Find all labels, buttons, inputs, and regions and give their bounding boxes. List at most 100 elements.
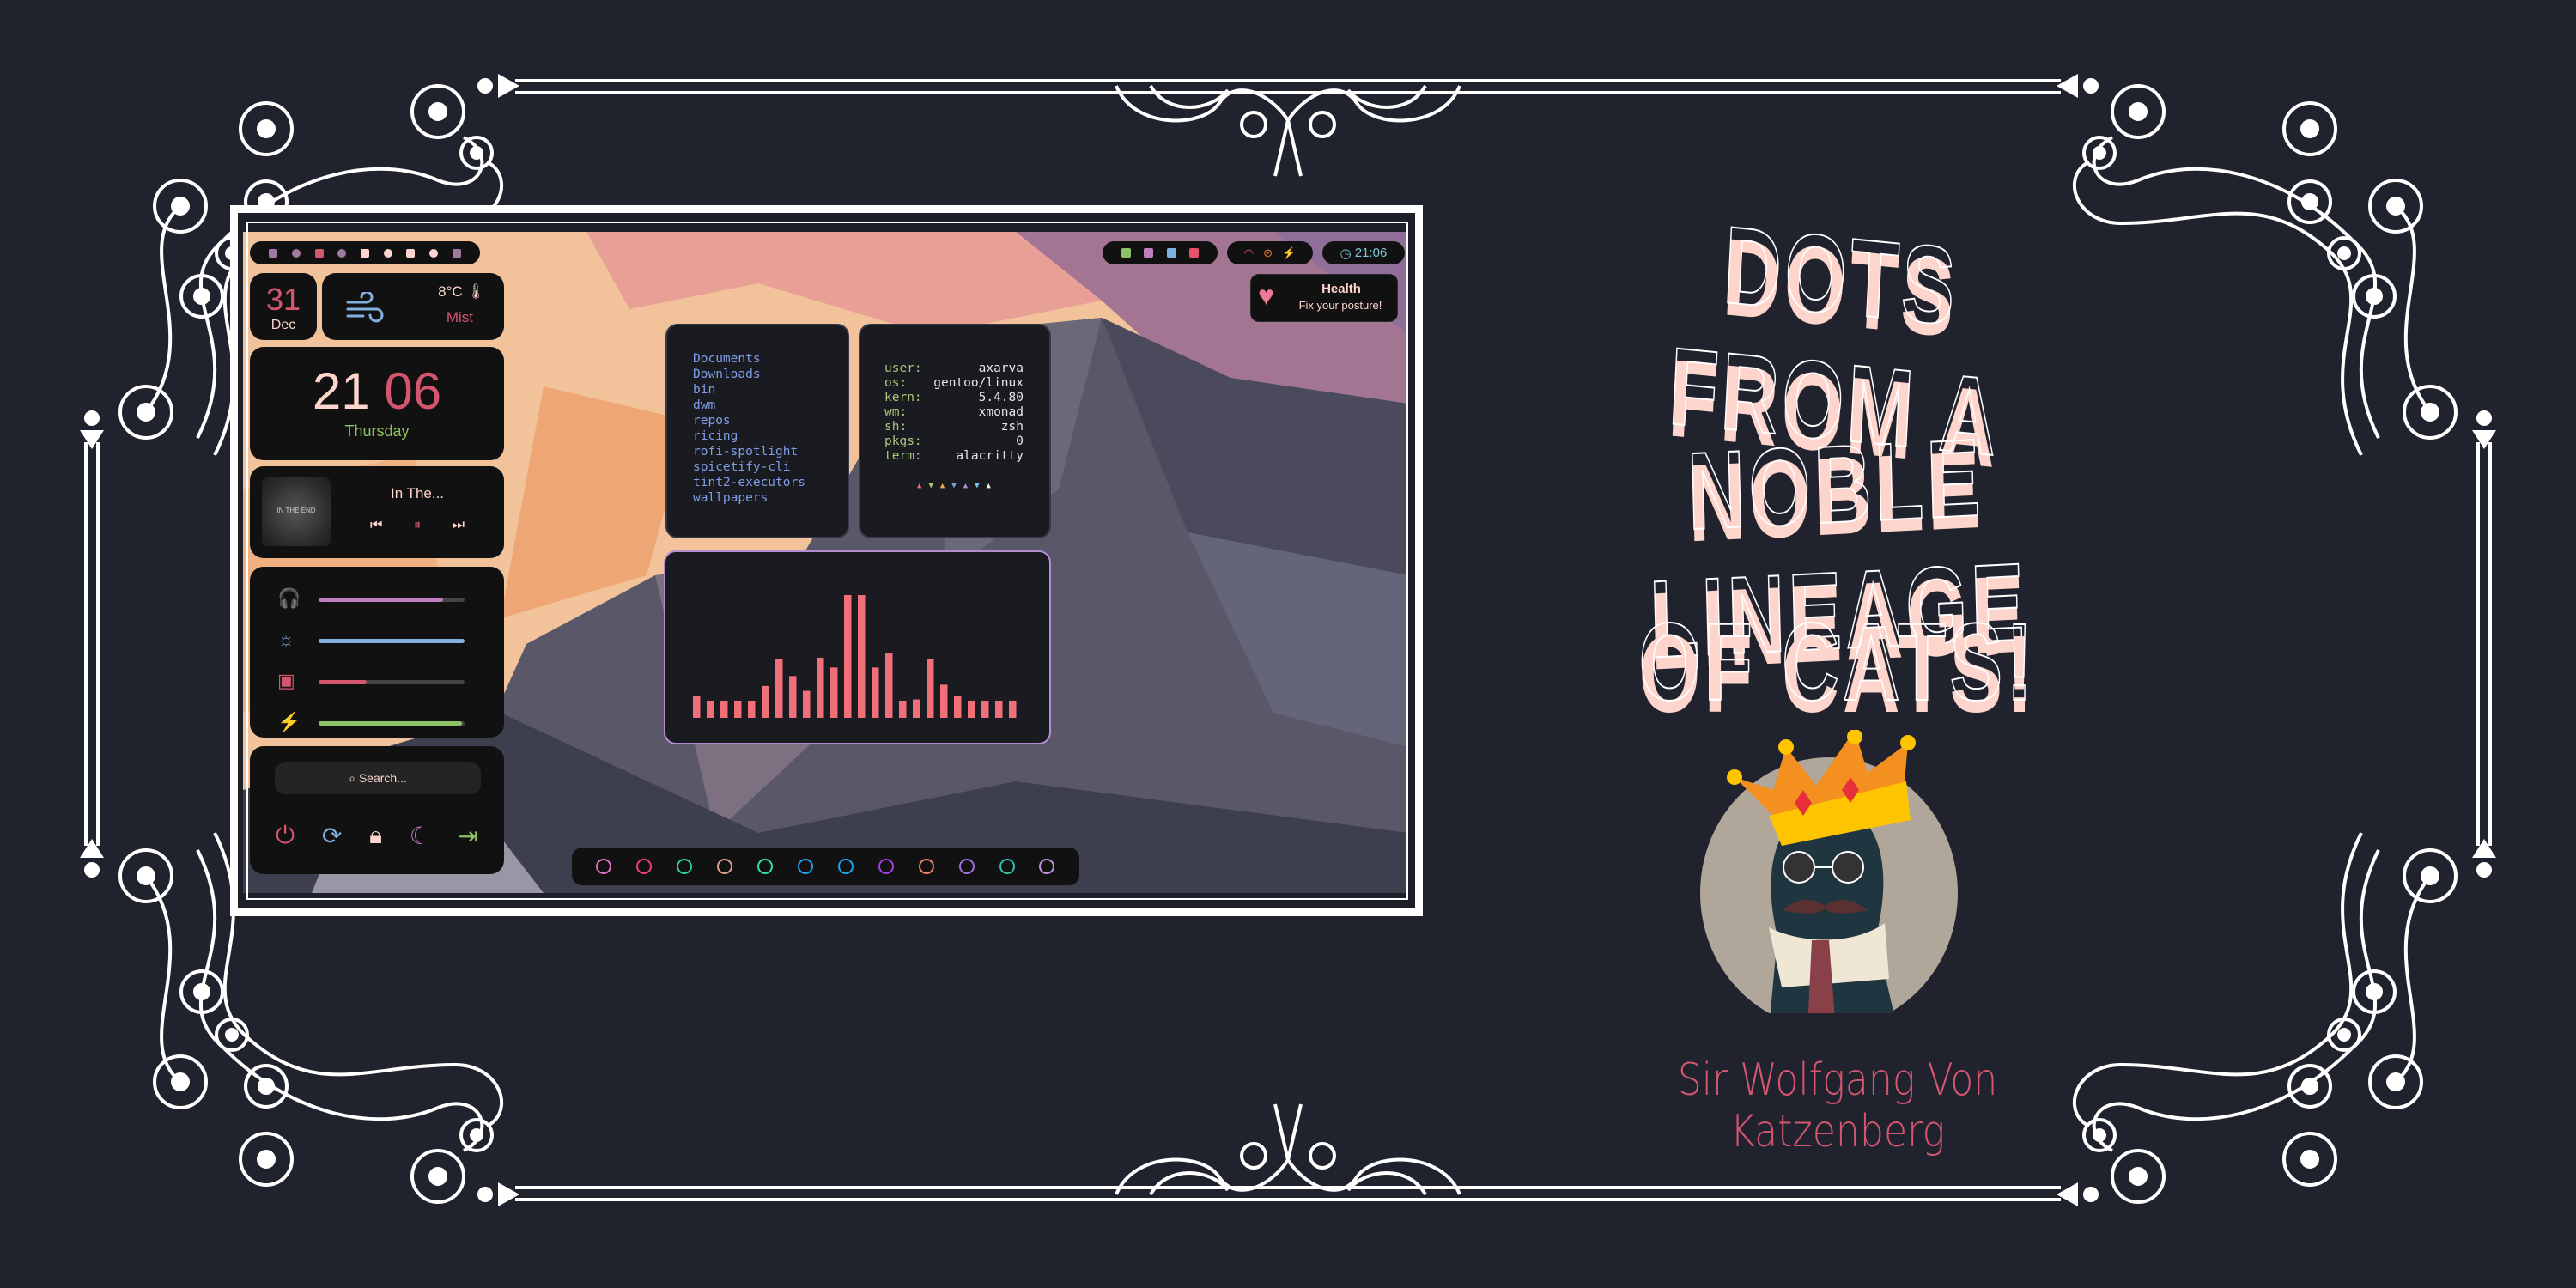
file-list-item[interactable]: tint2-executors bbox=[693, 475, 848, 490]
fetch-row: wm: xmonad bbox=[884, 405, 1024, 420]
weather-temp: 8°C bbox=[438, 283, 463, 300]
terminal-icon[interactable] bbox=[269, 248, 278, 258]
file-list-item[interactable]: bin bbox=[693, 382, 848, 398]
headphones-icon: 🎧 bbox=[277, 587, 301, 609]
bug-icon[interactable] bbox=[797, 859, 813, 874]
wind-icon bbox=[346, 292, 384, 323]
search-input[interactable]: ⌕ Search... bbox=[275, 762, 481, 794]
vim-icon[interactable] bbox=[757, 859, 774, 874]
logout-button[interactable]: ⇥ bbox=[459, 822, 478, 850]
discord-icon[interactable] bbox=[837, 859, 854, 874]
next-button[interactable]: ⏭ bbox=[453, 518, 465, 533]
power-button[interactable]: ⏻ bbox=[276, 822, 295, 850]
file-list-item[interactable]: Documents bbox=[693, 351, 848, 367]
visualizer-bar bbox=[995, 700, 1003, 718]
app-launcher-icon[interactable] bbox=[596, 859, 612, 874]
color-triangle: ▲ bbox=[963, 482, 969, 490]
file-list-item[interactable]: rofi-spotlight bbox=[693, 444, 848, 459]
spotify-icon[interactable] bbox=[677, 859, 693, 874]
firefox-icon[interactable] bbox=[636, 859, 653, 874]
pause-button[interactable]: ⏸ bbox=[414, 518, 421, 533]
top-ornament-bar bbox=[476, 72, 2100, 178]
firefox-icon[interactable] bbox=[291, 248, 301, 258]
visualizer-bar bbox=[1009, 700, 1017, 718]
visualizer-bar bbox=[707, 700, 714, 718]
system-fetch-widget: user: axarva os: gentoo/linux kern: 5.4.80 wm:… bbox=[859, 324, 1051, 538]
restart-button[interactable]: ⟳ bbox=[322, 822, 342, 850]
visualizer-bar bbox=[789, 676, 797, 718]
brush-icon[interactable] bbox=[918, 859, 934, 874]
gamepad-icon[interactable] bbox=[337, 248, 347, 258]
file-list-item[interactable]: ricing bbox=[693, 428, 848, 444]
settings-doc-icon[interactable] bbox=[1039, 859, 1055, 874]
bar-clock-time: 21:06 bbox=[1354, 246, 1388, 260]
corner-ornament-bottom-right bbox=[2072, 831, 2458, 1204]
color-triangle: ▲ bbox=[917, 482, 922, 490]
visualizer-bar bbox=[968, 700, 975, 718]
fetch-value: zsh bbox=[1000, 420, 1024, 434]
plug-icon[interactable]: ⚡ bbox=[1282, 246, 1296, 260]
clock-icon: ◷ bbox=[1340, 246, 1352, 261]
visualizer-bar bbox=[734, 700, 742, 718]
previous-button[interactable]: ⏮ bbox=[370, 518, 382, 533]
wifi-icon[interactable]: ◠ bbox=[1244, 246, 1254, 260]
chat-icon[interactable] bbox=[360, 248, 369, 258]
slider[interactable] bbox=[319, 639, 465, 643]
fetch-row: term: alacritty bbox=[884, 449, 1024, 464]
github-icon[interactable] bbox=[1166, 248, 1176, 258]
visualizer-bar bbox=[885, 653, 893, 718]
book-icon[interactable] bbox=[999, 859, 1015, 874]
file-list-item[interactable]: dwm bbox=[693, 398, 848, 413]
file-list-item[interactable]: spicetify-cli bbox=[693, 459, 848, 475]
notification-title: Health bbox=[1321, 282, 1361, 296]
slider[interactable] bbox=[319, 598, 465, 602]
visualizer-bar bbox=[720, 700, 728, 718]
health-notification[interactable]: ♥ Health Fix your posture! bbox=[1250, 274, 1398, 322]
typography-icon[interactable] bbox=[958, 859, 975, 874]
editor-icon[interactable] bbox=[717, 859, 733, 874]
file-list-item[interactable]: repos bbox=[693, 413, 848, 428]
power-widget: ⌕ Search... ⏻ ⟳ 🔒︎ ☾ ⇥ bbox=[250, 746, 504, 874]
cat-name: Sir Wolfgang Von Katzenberg bbox=[1677, 1054, 1998, 1157]
mail-icon[interactable] bbox=[1189, 248, 1200, 258]
folder-icon[interactable] bbox=[314, 248, 324, 258]
brightness-icon: ☼ bbox=[277, 629, 295, 650]
eye-off-icon[interactable]: ⊘ bbox=[1263, 246, 1273, 260]
visualizer-bar bbox=[872, 667, 879, 718]
fetch-key: wm: bbox=[884, 405, 908, 419]
file-list-item[interactable]: Downloads bbox=[693, 367, 848, 382]
visualizer-bar bbox=[762, 685, 769, 718]
sleep-button[interactable]: ☾ bbox=[410, 822, 431, 850]
visualizer-bar bbox=[927, 659, 934, 718]
visualizer-bar bbox=[913, 699, 920, 718]
weather-condition: Mist bbox=[446, 309, 473, 325]
circle-icon[interactable] bbox=[428, 248, 438, 258]
clock-hour: 21 bbox=[312, 362, 370, 420]
slider[interactable] bbox=[319, 721, 465, 726]
song-title: In The... bbox=[390, 485, 445, 501]
left-ornament-bar bbox=[80, 410, 104, 878]
fetch-key: kern: bbox=[884, 391, 922, 404]
tray-bar bbox=[1103, 241, 1218, 264]
clock-minute: 06 bbox=[384, 362, 442, 420]
file-list-item[interactable]: wallpapers bbox=[693, 490, 848, 506]
color-triangle: ▼ bbox=[951, 482, 957, 490]
weather-widget: 8°C 🌡 Mist bbox=[322, 273, 504, 340]
ghost-icon[interactable] bbox=[406, 248, 416, 258]
fetch-row: kern: 5.4.80 bbox=[884, 391, 1024, 405]
album-art: IN THE END bbox=[262, 477, 331, 546]
visualizer-bar bbox=[693, 696, 701, 718]
terminal-icon[interactable] bbox=[1121, 248, 1131, 258]
grid-icon[interactable] bbox=[383, 248, 392, 258]
reddit-icon[interactable] bbox=[1144, 248, 1154, 258]
spotify-icon[interactable] bbox=[452, 248, 461, 258]
fetch-key: os: bbox=[884, 376, 908, 390]
right-ornament-bar bbox=[2472, 410, 2496, 878]
bar-clock: ◷ 21:06 bbox=[1322, 241, 1405, 264]
lock-button[interactable]: 🔒︎ bbox=[369, 822, 382, 850]
fetch-row: user: axarva bbox=[884, 361, 1024, 376]
color-triangle: ▲ bbox=[939, 482, 945, 490]
screenshot-icon[interactable] bbox=[878, 859, 894, 874]
visualizer-bar bbox=[803, 690, 811, 718]
slider[interactable] bbox=[319, 680, 465, 684]
